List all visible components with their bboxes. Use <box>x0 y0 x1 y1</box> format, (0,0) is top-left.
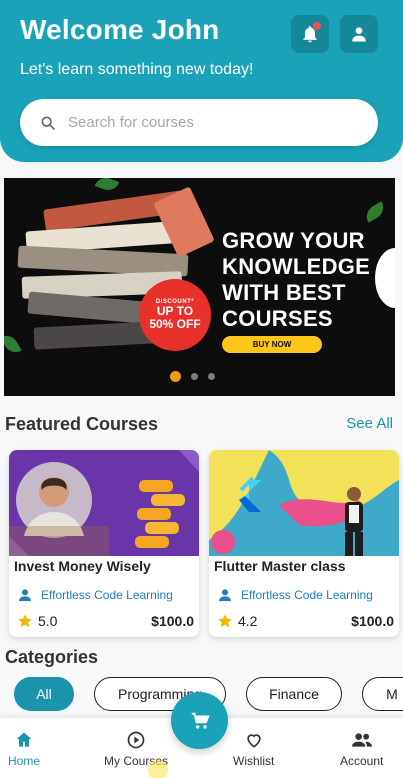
course-price: $100.0 <box>151 613 194 629</box>
course-title: Invest Money Wisely <box>14 558 151 574</box>
course-card[interactable]: Flutter Master class Effortless Code Lea… <box>209 450 399 637</box>
course-author: Effortless Code Learning <box>17 587 173 603</box>
user-icon <box>352 27 366 42</box>
see-all-link[interactable]: See All <box>346 415 393 432</box>
welcome-subtitle: Let's learn something new today! <box>20 61 254 78</box>
course-card[interactable]: Invest Money Wisely Effortless Code Lear… <box>9 450 199 637</box>
leaf-decoration <box>94 178 120 194</box>
categories-title: Categories <box>5 647 99 667</box>
play-circle-icon <box>127 731 145 749</box>
search-icon <box>41 116 55 130</box>
cart-icon <box>191 712 210 729</box>
rating-value: 4.2 <box>238 613 258 629</box>
course-thumbnail <box>9 450 199 556</box>
star-icon <box>18 614 32 628</box>
carousel-dot[interactable] <box>208 373 215 380</box>
heart-icon <box>247 734 261 748</box>
buy-now-button[interactable]: BUY NOW <box>222 336 322 353</box>
nav-home-label: Home <box>8 754 41 768</box>
leaf-decoration <box>362 201 388 223</box>
carousel-indicator <box>170 371 215 382</box>
nav-wishlist[interactable]: Wishlist <box>233 730 274 768</box>
rating-value: 5.0 <box>38 613 58 629</box>
nav-wishlist-label: Wishlist <box>233 754 275 768</box>
category-chip-finance[interactable]: Finance <box>246 677 342 711</box>
banner-headline-line: COURSES <box>222 306 333 331</box>
search-input[interactable] <box>68 114 348 131</box>
carousel-dot-active[interactable] <box>170 371 181 382</box>
course-thumbnail <box>209 450 399 556</box>
cart-button[interactable] <box>171 692 228 749</box>
nav-home[interactable]: Home <box>8 730 40 768</box>
welcome-title: Welcome John <box>20 14 220 45</box>
category-chip-more[interactable]: M <box>362 677 403 711</box>
nav-account-label: Account <box>340 754 384 768</box>
search-bar[interactable] <box>20 99 378 146</box>
person-icon <box>19 589 31 601</box>
header: Welcome John Let's learn something new t… <box>0 0 403 162</box>
course-rating: 5.0 <box>17 613 57 629</box>
notifications-button[interactable] <box>291 15 329 53</box>
discount-badge: DISCOUNT* UP TO 50% OFF <box>139 279 211 351</box>
group-icon <box>351 733 372 747</box>
person-icon <box>219 589 231 601</box>
carousel-dot[interactable] <box>191 373 198 380</box>
nav-account[interactable]: Account <box>340 730 383 768</box>
featured-courses-title: Featured Courses <box>5 414 159 434</box>
banner-headline-line: WITH BEST <box>222 280 346 305</box>
notification-dot <box>313 22 321 30</box>
badge-big-text-2: 50% OFF <box>149 317 201 331</box>
profile-button[interactable] <box>340 15 378 53</box>
star-icon <box>218 614 232 628</box>
course-title: Flutter Master class <box>214 558 346 574</box>
author-name: Effortless Code Learning <box>41 588 173 602</box>
banner-headline-line: GROW YOUR <box>222 228 365 253</box>
banner-headline: GROW YOUR KNOWLEDGE WITH BEST COURSES <box>222 228 370 332</box>
category-chip-all[interactable]: All <box>14 677 74 711</box>
app-screen: Welcome John Let's learn something new t… <box>0 0 403 778</box>
author-name: Effortless Code Learning <box>241 588 373 602</box>
decorative-circle <box>375 248 395 308</box>
course-author: Effortless Code Learning <box>217 587 373 603</box>
course-price: $100.0 <box>351 613 394 629</box>
home-icon <box>16 732 32 747</box>
banner-headline-line: KNOWLEDGE <box>222 254 371 279</box>
course-rating: 4.2 <box>217 613 257 629</box>
leaf-decoration <box>4 331 22 357</box>
touch-indicator <box>148 760 168 778</box>
